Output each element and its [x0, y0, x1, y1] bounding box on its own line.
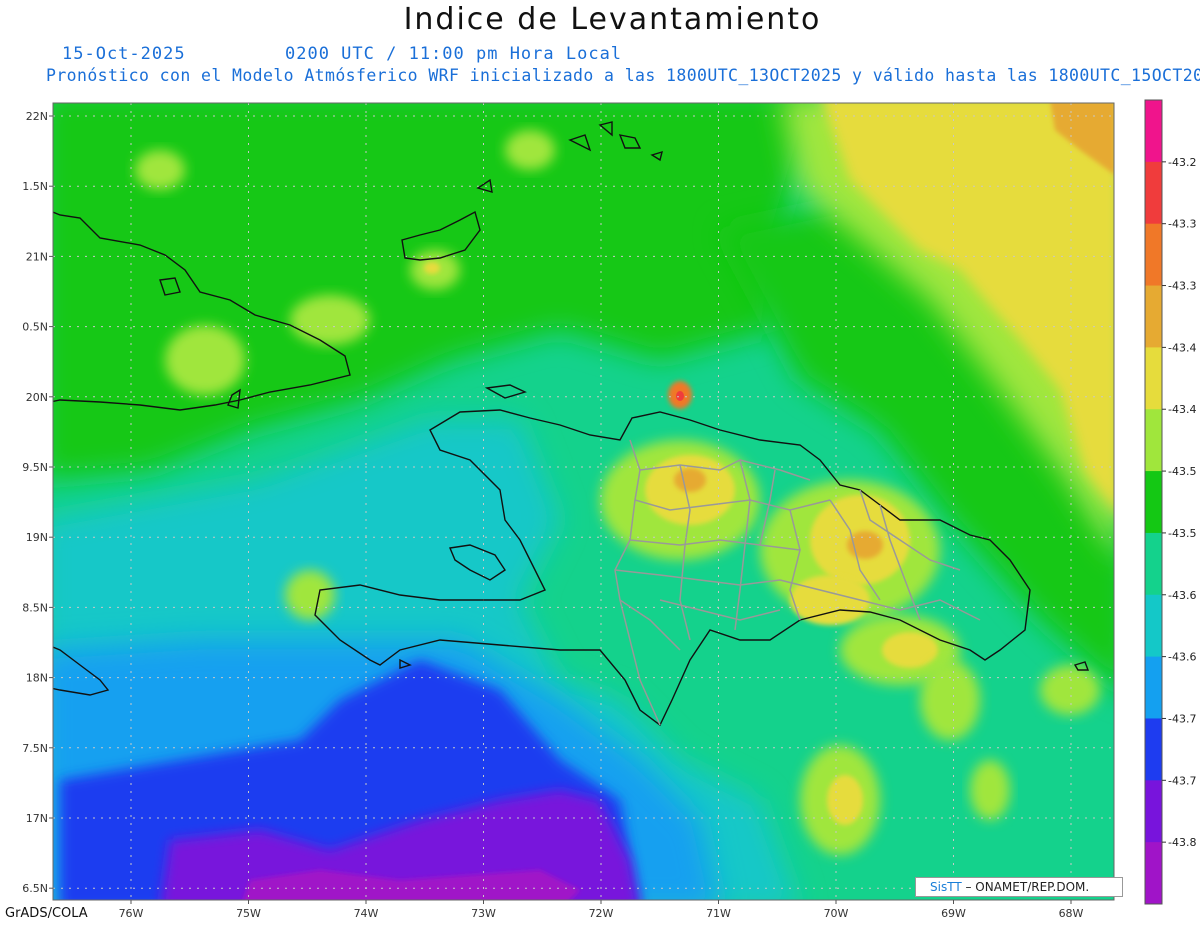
colorbar-label: -43.6 — [1168, 589, 1196, 602]
lon-label: 73W — [471, 907, 496, 920]
colorbar-swatch — [1145, 594, 1162, 658]
lat-label: 7.5N — [22, 742, 48, 755]
lat-label: 20N — [26, 391, 48, 404]
lat-label: 21N — [26, 250, 48, 263]
colorbar-label: -43.4 — [1168, 341, 1196, 354]
lon-label: 74W — [354, 907, 379, 920]
colorbar-swatch — [1145, 656, 1162, 719]
colorbar-label: -43.3 — [1168, 280, 1196, 293]
colorbar-swatch — [1145, 347, 1162, 410]
lat-label: 9.5N — [22, 461, 48, 474]
lat-label: 1.5N — [22, 180, 48, 193]
lon-label: 72W — [589, 907, 614, 920]
latitude-labels: 22N 1.5N 21N 0.5N 20N 9.5N 19N 8.5N 18N 7.5N 17N 6.… — [22, 110, 53, 895]
lon-label: 70W — [824, 907, 849, 920]
lon-label: 71W — [706, 907, 731, 920]
colorbar-swatch — [1145, 285, 1162, 348]
colorbar-swatch — [1145, 718, 1162, 781]
colorbar-swatch — [1145, 223, 1162, 287]
colorbar-label: -43.2 — [1168, 156, 1196, 169]
lon-label: 75W — [236, 907, 261, 920]
field-shading — [53, 103, 1114, 900]
lat-label: 22N — [26, 110, 48, 123]
colorbar-label: -43.7 — [1168, 774, 1196, 787]
colorbar: -43.2 -43.3 -43.3 -43.4 -43.4 -43.5 -43.5 -43.6… — [1144, 99, 1196, 905]
lon-label: 76W — [119, 907, 144, 920]
colorbar-swatch — [1145, 161, 1162, 225]
colorbar-swatch — [1145, 471, 1162, 534]
colorbar-label: -43.4 — [1168, 403, 1196, 416]
colorbar-label: -43.8 — [1168, 836, 1196, 849]
colorbar-label: -43.5 — [1168, 527, 1196, 540]
lat-label: 6.5N — [22, 882, 48, 895]
colorbar-swatch — [1145, 532, 1162, 596]
lat-label: 8.5N — [22, 601, 48, 614]
sistt-logo: SisTT — [930, 880, 962, 894]
colorbar-swatch — [1145, 780, 1162, 843]
colorbar-label: -43.6 — [1168, 651, 1196, 664]
colorbar-swatch — [1145, 409, 1162, 472]
colorbar-swatch — [1145, 100, 1162, 163]
lifted-index-map: 22N 1.5N 21N 0.5N 20N 9.5N 19N 8.5N 18N 7.5N 17N 6.… — [22, 99, 1196, 920]
grads-credit: GrADS/COLA — [5, 906, 88, 921]
lat-label: 17N — [26, 812, 48, 825]
lon-label: 68W — [1059, 907, 1084, 920]
lat-label: 18N — [26, 672, 48, 685]
colorbar-label: -43.7 — [1168, 712, 1196, 725]
lat-label: 19N — [26, 531, 48, 544]
colorbar-label: -43.3 — [1168, 218, 1196, 231]
credit-text: – ONAMET/REP.DOM. — [965, 880, 1090, 894]
credit-box: SisTT – ONAMET/REP.DOM. — [915, 877, 1123, 897]
longitude-labels: 76W 75W 74W 73W 72W 71W 70W 69W 68W — [119, 900, 1084, 920]
colorbar-label: -43.5 — [1168, 465, 1196, 478]
lon-label: 69W — [941, 907, 966, 920]
lat-label: 0.5N — [22, 321, 48, 334]
colorbar-swatch — [1145, 842, 1162, 905]
